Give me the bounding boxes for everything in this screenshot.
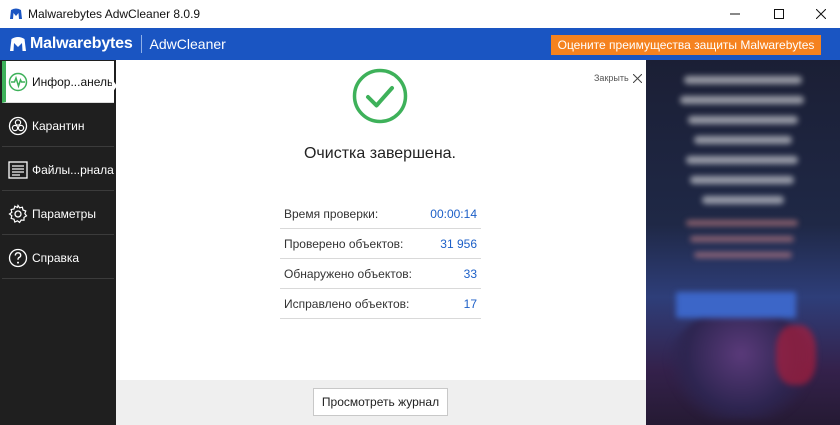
biohazard-icon: [8, 116, 28, 136]
malwarebytes-logo-icon: [10, 37, 26, 51]
stat-value: 17: [463, 296, 477, 311]
sidebar: Инфор...анель Карантин Файлы...рнала Пар…: [0, 60, 116, 425]
stat-row-fixed: Исправлено объектов: 17: [280, 289, 481, 319]
sidebar-item-quarantine[interactable]: Карантин: [2, 105, 114, 147]
help-icon: [8, 248, 28, 268]
promo-banner[interactable]: [646, 60, 840, 425]
product-name: AdwCleaner: [149, 36, 226, 52]
close-window-button[interactable]: [798, 0, 840, 28]
sidebar-item-help[interactable]: Справка: [2, 237, 114, 279]
maximize-icon: [774, 9, 784, 19]
stat-label: Исправлено объектов:: [284, 296, 410, 311]
sidebar-item-label: Карантин: [32, 118, 85, 133]
close-link-label: Закрыть: [594, 73, 629, 83]
success-check-icon: [352, 68, 408, 124]
close-icon: [816, 9, 826, 19]
sidebar-item-label: Справка: [32, 250, 80, 265]
log-file-icon: [8, 160, 28, 180]
stat-row-scan-time: Время проверки: 00:00:14: [280, 199, 481, 229]
gear-icon: [8, 203, 28, 224]
sidebar-item-label: Файлы...рнала: [32, 162, 114, 177]
stat-row-detected: Обнаружено объектов: 33: [280, 259, 481, 289]
pulse-icon: [8, 72, 28, 92]
malwarebytes-logo: Malwarebytes AdwCleaner: [8, 34, 226, 54]
sidebar-item-log-files[interactable]: Файлы...рнала: [2, 149, 114, 191]
page-title: Очистка завершена.: [303, 145, 456, 162]
close-icon: [632, 73, 642, 83]
sidebar-item-label: Инфор...анель: [32, 74, 114, 89]
logo-divider: [140, 35, 142, 53]
close-link[interactable]: Закрыть: [594, 73, 642, 83]
minimize-icon: [730, 13, 740, 15]
minimize-button[interactable]: [712, 0, 758, 28]
sidebar-item-label: Параметры: [32, 206, 96, 221]
stat-value: 00:00:14: [430, 206, 477, 221]
maximize-button[interactable]: [756, 0, 802, 28]
stat-label: Время проверки:: [284, 206, 379, 221]
malwarebytes-app-icon: [10, 8, 22, 19]
promo-button[interactable]: Оцените преимущества защиты Malwarebytes: [551, 35, 821, 55]
view-log-button[interactable]: Просмотреть журнал: [313, 388, 448, 416]
sidebar-item-settings[interactable]: Параметры: [2, 193, 114, 235]
stat-value: 31 956: [440, 236, 477, 251]
window-title: Malwarebytes AdwCleaner 8.0.9: [28, 7, 201, 21]
stat-value: 33: [463, 266, 477, 281]
scan-stats: Время проверки: 00:00:14 Проверено объек…: [280, 199, 481, 319]
stat-row-scanned: Проверено объектов: 31 956: [280, 229, 481, 259]
stat-label: Обнаружено объектов:: [284, 266, 412, 281]
title-bar: Malwarebytes AdwCleaner 8.0.9: [0, 0, 840, 29]
promo-banner-art: [646, 60, 840, 425]
stat-label: Проверено объектов:: [284, 236, 404, 251]
sidebar-item-dashboard[interactable]: Инфор...анель: [2, 61, 114, 103]
brand-name: Malwarebytes: [30, 35, 133, 52]
